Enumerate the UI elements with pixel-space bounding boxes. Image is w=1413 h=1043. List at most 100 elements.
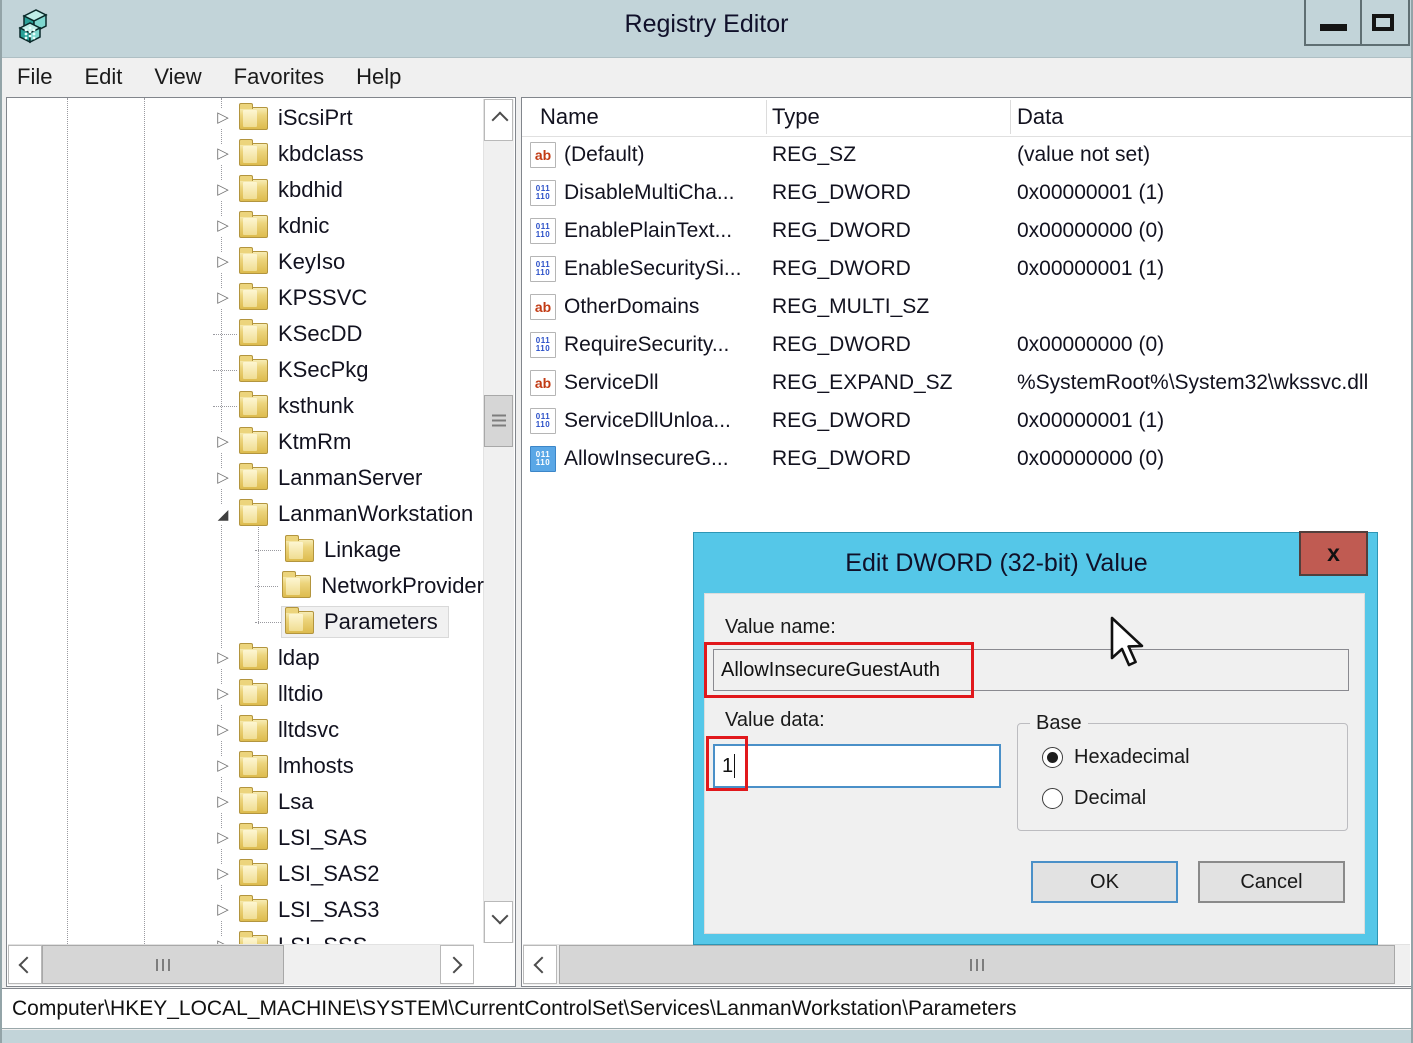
- radio-hexadecimal[interactable]: Hexadecimal: [1042, 746, 1190, 769]
- value-row[interactable]: 011110 RequireSecurity...REG_DWORD0x0000…: [522, 326, 1411, 364]
- expander-collapsed-icon[interactable]: ▷: [213, 936, 233, 944]
- tree-item[interactable]: KSecDD: [7, 316, 484, 352]
- value-row[interactable]: ab OtherDomainsREG_MULTI_SZ: [522, 288, 1411, 326]
- expander-collapsed-icon[interactable]: ▷: [213, 108, 233, 128]
- tree-item[interactable]: ▷iScsiPrt: [7, 100, 484, 136]
- chevron-left-icon: [19, 957, 36, 974]
- expander-expanded-icon[interactable]: ◢: [213, 504, 233, 524]
- menu-file[interactable]: File: [17, 64, 52, 90]
- tree-item[interactable]: ▷lltdsvc: [7, 712, 484, 748]
- tree-item[interactable]: ▷LSI_SAS2: [7, 856, 484, 892]
- chevron-down-icon: [492, 908, 509, 925]
- value-row[interactable]: ab ServiceDllREG_EXPAND_SZ%SystemRoot%\S…: [522, 364, 1411, 402]
- tree-horizontal-scrollbar[interactable]: [8, 944, 474, 985]
- tree-item[interactable]: ▷Lsa: [7, 784, 484, 820]
- expander-collapsed-icon[interactable]: ▷: [213, 720, 233, 740]
- scrollbar-thumb[interactable]: [559, 945, 1395, 984]
- expander-collapsed-icon[interactable]: ▷: [213, 864, 233, 884]
- scroll-up-button[interactable]: [484, 99, 513, 141]
- dialog-title: Edit DWORD (32-bit) Value: [694, 533, 1299, 593]
- scroll-left-button[interactable]: [523, 945, 557, 984]
- column-divider[interactable]: [1010, 100, 1011, 134]
- expander-collapsed-icon[interactable]: ▷: [213, 468, 233, 488]
- expander-collapsed-icon[interactable]: ▷: [213, 756, 233, 776]
- dialog-close-button[interactable]: x: [1299, 531, 1368, 576]
- scrollbar-thumb[interactable]: [484, 395, 513, 447]
- value-row[interactable]: 011110 EnableSecuritySi...REG_DWORD0x000…: [522, 250, 1411, 288]
- tree-item[interactable]: Linkage: [7, 532, 484, 568]
- menu-view[interactable]: View: [154, 64, 201, 90]
- scroll-right-button[interactable]: [440, 945, 474, 984]
- expander-collapsed-icon[interactable]: ▷: [213, 792, 233, 812]
- column-header-name[interactable]: Name: [540, 98, 599, 136]
- menu-help[interactable]: Help: [356, 64, 401, 90]
- expander-collapsed-icon[interactable]: ▷: [213, 648, 233, 668]
- chevron-up-icon: [492, 112, 509, 129]
- folder-icon: [239, 899, 268, 922]
- scroll-left-button[interactable]: [8, 945, 42, 984]
- expander-collapsed-icon[interactable]: ▷: [213, 252, 233, 272]
- value-data-input[interactable]: 1: [713, 744, 1001, 788]
- expander-collapsed-icon[interactable]: ▷: [213, 684, 233, 704]
- expander-collapsed-icon[interactable]: ▷: [213, 180, 233, 200]
- chevron-left-icon: [534, 957, 551, 974]
- tree-item[interactable]: ▷LSI_SSS: [7, 928, 484, 944]
- tree-item[interactable]: ▷lmhosts: [7, 748, 484, 784]
- column-header-data[interactable]: Data: [1017, 98, 1063, 136]
- radio-unselected-icon[interactable]: [1042, 788, 1063, 809]
- tree-item[interactable]: NetworkProvider: [7, 568, 484, 604]
- ok-button[interactable]: OK: [1031, 861, 1178, 903]
- tree-item[interactable]: KSecPkg: [7, 352, 484, 388]
- scrollbar-grip: [156, 959, 170, 971]
- column-divider[interactable]: [766, 100, 767, 134]
- tree-connector: [255, 586, 278, 587]
- tree-item[interactable]: ◢LanmanWorkstation: [7, 496, 484, 532]
- tree-item[interactable]: ▷LSI_SAS3: [7, 892, 484, 928]
- minimize-button[interactable]: [1304, 0, 1362, 46]
- scrollbar-thumb[interactable]: [42, 945, 284, 984]
- tree-item[interactable]: ▷LanmanServer: [7, 460, 484, 496]
- tree-item[interactable]: ▷kbdhid: [7, 172, 484, 208]
- expander-collapsed-icon[interactable]: ▷: [213, 144, 233, 164]
- menu-favorites[interactable]: Favorites: [234, 64, 324, 90]
- folder-icon: [239, 395, 268, 418]
- cancel-button[interactable]: Cancel: [1198, 861, 1345, 903]
- base-group-label: Base: [1030, 712, 1088, 735]
- value-row[interactable]: 011110 DisableMultiCha...REG_DWORD0x0000…: [522, 174, 1411, 212]
- column-header-type[interactable]: Type: [772, 98, 820, 136]
- value-row[interactable]: ab (Default)REG_SZ(value not set): [522, 136, 1411, 174]
- folder-icon: [239, 863, 268, 886]
- tree-item-selected[interactable]: Parameters: [7, 604, 484, 640]
- dword-value-icon: 011110: [530, 180, 556, 206]
- radio-decimal[interactable]: Decimal: [1042, 787, 1146, 810]
- folder-icon: [239, 719, 268, 742]
- tree-connector: [255, 550, 281, 551]
- expander-collapsed-icon[interactable]: ▷: [213, 900, 233, 920]
- expander-collapsed-icon[interactable]: ▷: [213, 828, 233, 848]
- tree-item[interactable]: ▷KeyIso: [7, 244, 484, 280]
- value-row-selected[interactable]: 011110 AllowInsecureG...REG_DWORD0x00000…: [522, 440, 1411, 478]
- folder-icon: [282, 575, 311, 598]
- value-row[interactable]: 011110 ServiceDllUnloa...REG_DWORD0x0000…: [522, 402, 1411, 440]
- list-horizontal-scrollbar[interactable]: [523, 944, 1410, 985]
- tree-item[interactable]: ksthunk: [7, 388, 484, 424]
- scroll-down-button[interactable]: [484, 901, 513, 943]
- radio-selected-icon[interactable]: [1042, 747, 1063, 768]
- folder-icon: [239, 827, 268, 850]
- value-row[interactable]: 011110 EnablePlainText...REG_DWORD0x0000…: [522, 212, 1411, 250]
- expander-collapsed-icon[interactable]: ▷: [213, 432, 233, 452]
- tree-item[interactable]: ▷kdnic: [7, 208, 484, 244]
- tree-item[interactable]: ▷kbdclass: [7, 136, 484, 172]
- expander-collapsed-icon[interactable]: ▷: [213, 216, 233, 236]
- tree-item[interactable]: ▷lltdio: [7, 676, 484, 712]
- tree-item[interactable]: ▷KPSSVC: [7, 280, 484, 316]
- maximize-button[interactable]: [1362, 0, 1410, 46]
- tree-item[interactable]: ▷KtmRm: [7, 424, 484, 460]
- menu-edit[interactable]: Edit: [84, 64, 122, 90]
- tree-item[interactable]: ▷LSI_SAS: [7, 820, 484, 856]
- folder-icon: [239, 251, 268, 274]
- value-data-label: Value data:: [725, 709, 825, 732]
- tree-vertical-scrollbar[interactable]: [483, 99, 514, 943]
- expander-collapsed-icon[interactable]: ▷: [213, 288, 233, 308]
- tree-item[interactable]: ▷ldap: [7, 640, 484, 676]
